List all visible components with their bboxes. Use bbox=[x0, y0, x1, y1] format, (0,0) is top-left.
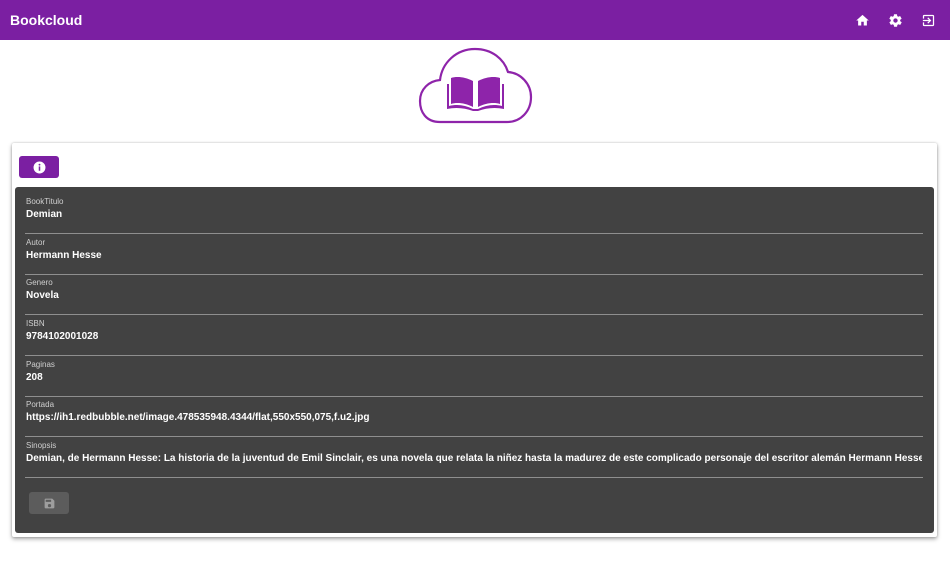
save-button[interactable] bbox=[29, 492, 69, 514]
save-icon bbox=[44, 498, 54, 508]
gear-icon[interactable] bbox=[886, 11, 905, 30]
cover-url-value[interactable]: https://ih1.redbubble.net/image.47853594… bbox=[26, 412, 922, 423]
info-button[interactable] bbox=[19, 156, 59, 178]
genre-value[interactable]: Novela bbox=[26, 290, 922, 301]
isbn-label: ISBN bbox=[26, 319, 45, 328]
pages-field[interactable]: Paginas 208 bbox=[25, 360, 923, 397]
cover-url-field[interactable]: Portada https://ih1.redbubble.net/image.… bbox=[25, 400, 923, 437]
title-label: BookTitulo bbox=[26, 197, 64, 206]
genre-field[interactable]: Genero Novela bbox=[25, 278, 923, 315]
book-card: BookTitulo Demian Autor Hermann Hesse Ge… bbox=[12, 143, 937, 537]
cloud-book-icon bbox=[418, 47, 533, 124]
cover-url-label: Portada bbox=[26, 400, 55, 409]
isbn-value[interactable]: 9784102001028 bbox=[26, 331, 922, 342]
exit-icon[interactable] bbox=[919, 11, 938, 30]
title-value[interactable]: Demian bbox=[26, 209, 922, 220]
info-icon bbox=[33, 161, 45, 173]
synopsis-field[interactable]: Sinopsis Demian, de Hermann Hesse: La hi… bbox=[25, 441, 923, 478]
author-value[interactable]: Hermann Hesse bbox=[26, 250, 922, 261]
isbn-field[interactable]: ISBN 9784102001028 bbox=[25, 319, 923, 356]
genre-label: Genero bbox=[26, 278, 53, 287]
synopsis-label: Sinopsis bbox=[26, 441, 57, 450]
pages-value[interactable]: 208 bbox=[26, 372, 922, 383]
pages-label: Paginas bbox=[26, 360, 55, 369]
header-actions bbox=[853, 11, 938, 30]
author-label: Autor bbox=[26, 238, 46, 247]
home-icon[interactable] bbox=[853, 11, 872, 30]
top-app-bar: Bookcloud bbox=[0, 0, 950, 40]
book-form: BookTitulo Demian Autor Hermann Hesse Ge… bbox=[15, 187, 934, 533]
synopsis-value[interactable]: Demian, de Hermann Hesse: La historia de… bbox=[26, 453, 922, 464]
app-title: Bookcloud bbox=[10, 12, 83, 28]
title-field[interactable]: BookTitulo Demian bbox=[25, 197, 923, 234]
author-field[interactable]: Autor Hermann Hesse bbox=[25, 238, 923, 275]
